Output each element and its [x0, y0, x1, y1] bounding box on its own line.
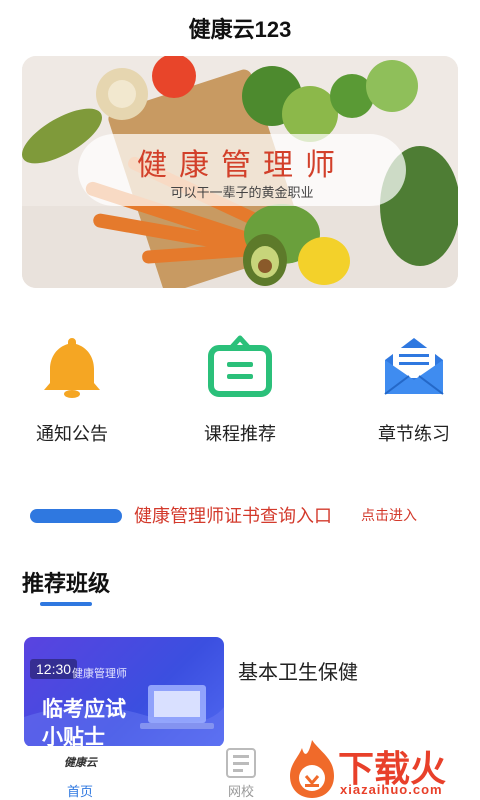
flame-icon [290, 740, 334, 798]
enter-link[interactable]: 点击进入 [361, 505, 417, 525]
section-underline [40, 602, 92, 606]
quick-link-label: 章节练习 [378, 424, 450, 444]
clipboard-icon [205, 332, 275, 402]
certificate-query-bar[interactable]: 健康管理师证书查询入口 点击进入 [0, 500, 480, 530]
course-tag: 健康管理师 [72, 668, 127, 680]
home-logo-icon: 健康云 [64, 757, 97, 769]
school-icon [226, 748, 256, 778]
course-time: 12:30 [30, 659, 78, 679]
course-name[interactable]: 基本卫生保健 [238, 656, 358, 685]
course-thumbnail[interactable]: 12:30 健康管理师 临考应试 小贴士 [24, 637, 224, 747]
watermark-logo: 下载火 xiazaihuo.com [284, 736, 480, 800]
tab-school[interactable]: 网校 [191, 746, 291, 800]
certificate-query-text[interactable]: 健康管理师证书查询入口 [134, 502, 332, 528]
quick-link-courses[interactable]: 课程推荐 [165, 332, 315, 446]
quick-link-practice[interactable]: 章节练习 [339, 332, 480, 446]
tab-home[interactable]: 健康云 首页 [30, 746, 130, 800]
quick-link-notice[interactable]: 通知公告 [0, 332, 147, 446]
banner-carousel[interactable]: 健康管理师 可以干一辈子的黄金职业 [22, 56, 458, 288]
banner-subtitle: 可以干一辈子的黄金职业 [170, 185, 314, 200]
section-title: 推荐班级 [22, 571, 111, 596]
tab-home-label: 首页 [66, 784, 93, 799]
tab-school-label: 网校 [227, 784, 254, 799]
notice-decoration [30, 509, 122, 523]
watermark-domain: xiazaihuo.com [340, 782, 443, 797]
course-thumb-line1: 临考应试 [42, 698, 126, 721]
app-title: 健康云123 [188, 17, 292, 42]
banner-caption: 健康管理师 可以干一辈子的黄金职业 [78, 134, 406, 206]
header: 健康云123 [0, 0, 480, 52]
quick-link-label: 课程推荐 [204, 424, 276, 444]
bell-icon [37, 332, 107, 402]
quick-link-label: 通知公告 [36, 424, 108, 444]
mail-icon [379, 332, 449, 402]
course-thumb-line2: 小贴士 [42, 726, 105, 747]
banner-title: 健康管理师 [137, 148, 347, 183]
